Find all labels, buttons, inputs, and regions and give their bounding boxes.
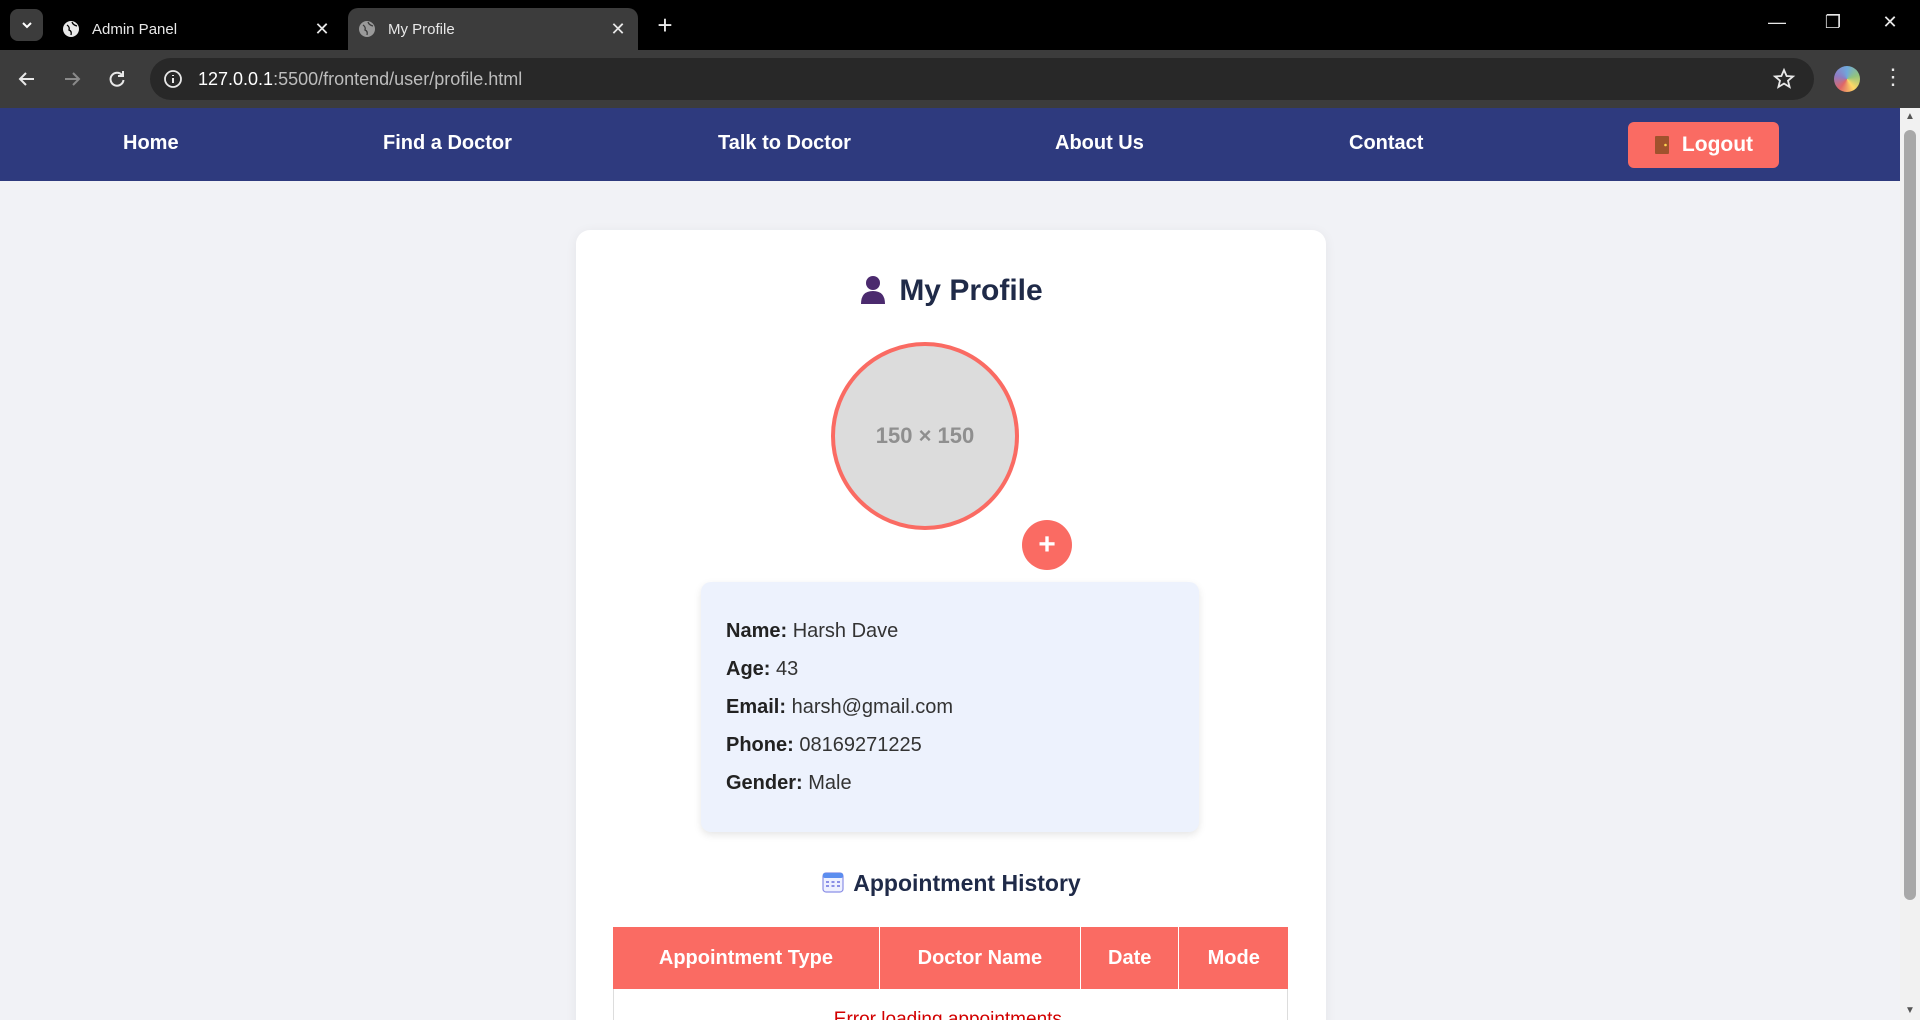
field-value: Harsh Dave	[792, 620, 899, 642]
reload-icon	[109, 71, 125, 87]
url-text: 127.0.0.1:5500/frontend/user/profile.htm…	[198, 69, 1772, 90]
field-label: Phone:	[726, 734, 794, 756]
profile-card: My Profile 150 × 150 + Name: Harsh Dave …	[576, 230, 1326, 1020]
scrollbar-thumb[interactable]	[1904, 130, 1916, 900]
globe-icon	[63, 21, 79, 37]
column-header[interactable]: Mode	[1179, 927, 1288, 989]
forward-button[interactable]	[57, 64, 87, 94]
appointment-history-heading: Appointment History	[576, 870, 1326, 897]
nav-contact[interactable]: Contact	[1349, 132, 1423, 155]
restore-icon[interactable]: ❐	[1818, 12, 1848, 33]
field-label: Name:	[726, 620, 788, 642]
column-header[interactable]: Doctor Name	[880, 927, 1081, 989]
bookmark-star-icon[interactable]	[1772, 67, 1796, 91]
chevron-down-icon	[21, 22, 32, 29]
browser-toolbar: 127.0.0.1:5500/frontend/user/profile.htm…	[0, 50, 1920, 108]
profile-photo: 150 × 150	[831, 342, 1019, 530]
column-header[interactable]: Date	[1081, 927, 1180, 989]
field-value: 08169271225	[799, 734, 922, 756]
address-bar[interactable]: 127.0.0.1:5500/frontend/user/profile.htm…	[150, 58, 1814, 100]
field-label: Age:	[726, 658, 771, 680]
column-header[interactable]: Appointment Type	[613, 927, 880, 989]
nav-home[interactable]: Home	[123, 132, 179, 155]
tab-search-button[interactable]	[10, 9, 43, 41]
close-tab-icon[interactable]: ✕	[604, 19, 632, 40]
url-host: 127.0.0.1	[198, 68, 274, 89]
browser-tab-admin[interactable]: Admin Panel ✕	[52, 8, 342, 50]
info-gender: Gender: Male	[726, 772, 852, 795]
appointment-history-title: Appointment History	[853, 870, 1081, 896]
scroll-down-icon[interactable]: ▼	[1904, 1006, 1916, 1016]
user-icon	[861, 276, 886, 304]
tab-title: My Profile	[388, 20, 455, 38]
logout-button[interactable]: Logout	[1628, 122, 1779, 168]
arrow-right-icon	[65, 72, 81, 86]
logout-label: Logout	[1681, 133, 1754, 156]
browser-tab-my-profile[interactable]: My Profile ✕	[348, 8, 638, 50]
page-title: My Profile	[899, 274, 1043, 307]
reload-button[interactable]	[102, 64, 132, 94]
add-photo-button[interactable]: +	[1022, 520, 1072, 570]
close-tab-icon[interactable]: ✕	[308, 19, 336, 40]
browser-menu-icon[interactable]: ⋮	[1882, 64, 1904, 90]
profile-info-box: Name: Harsh Dave Age: 43 Email: harsh@gm…	[701, 582, 1199, 832]
info-name: Name: Harsh Dave	[726, 620, 898, 643]
table-row: Error loading appointments.	[613, 989, 1288, 1020]
page-viewport: Home Find a Doctor Talk to Doctor About …	[0, 108, 1900, 1020]
info-age: Age: 43	[726, 658, 798, 681]
new-tab-button[interactable]: +	[650, 9, 680, 41]
scroll-up-icon[interactable]: ▲	[1904, 112, 1916, 122]
site-info-icon[interactable]	[162, 68, 184, 90]
error-message: Error loading appointments.	[833, 1009, 1068, 1020]
nav-about-us[interactable]: About Us	[1055, 132, 1144, 155]
info-email: Email: harsh@gmail.com	[726, 696, 953, 719]
calendar-icon	[822, 872, 844, 893]
browser-tab-bar: Admin Panel ✕ My Profile ✕ + — ❐ ✕	[0, 0, 1920, 50]
browser-profile-avatar[interactable]	[1834, 66, 1860, 92]
profile-heading: My Profile	[576, 274, 1326, 308]
table-header: Appointment Type Doctor Name Date Mode	[613, 927, 1288, 989]
page-scrollbar[interactable]: ▲ ▼	[1900, 108, 1920, 1020]
nav-talk-to-doctor[interactable]: Talk to Doctor	[718, 132, 851, 155]
site-navbar: Home Find a Doctor Talk to Doctor About …	[0, 108, 1900, 181]
photo-placeholder-text: 150 × 150	[875, 423, 975, 448]
globe-icon	[359, 21, 375, 37]
field-value: harsh@gmail.com	[791, 696, 954, 718]
appointments-table: Appointment Type Doctor Name Date Mode E…	[613, 927, 1288, 1020]
close-window-icon[interactable]: ✕	[1875, 12, 1905, 33]
field-value: 43	[776, 658, 799, 680]
field-value: Male	[808, 772, 852, 794]
url-path: :5500/frontend/user/profile.html	[273, 68, 523, 89]
tab-title: Admin Panel	[92, 20, 178, 38]
back-button[interactable]	[12, 64, 42, 94]
field-label: Email:	[726, 696, 787, 718]
nav-find-a-doctor[interactable]: Find a Doctor	[383, 132, 512, 155]
door-icon	[1654, 136, 1669, 154]
field-label: Gender:	[726, 772, 803, 794]
info-phone: Phone: 08169271225	[726, 734, 922, 757]
minimize-icon[interactable]: —	[1762, 12, 1792, 33]
arrow-left-icon	[18, 72, 34, 86]
